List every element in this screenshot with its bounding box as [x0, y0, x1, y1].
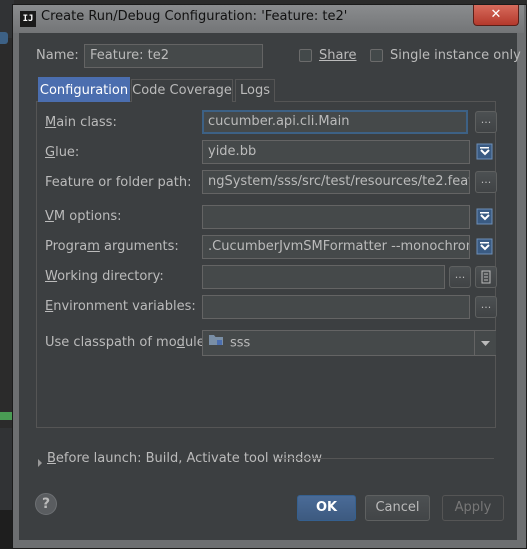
ok-button[interactable]: OK	[297, 495, 356, 521]
single-instance-checkbox[interactable]	[370, 49, 383, 62]
vm-options-expand-icon[interactable]	[476, 207, 494, 227]
name-field[interactable]: Feature: te2	[84, 44, 263, 68]
ide-badge	[0, 32, 8, 44]
main-class-browse-button[interactable]: ...	[475, 111, 497, 133]
main-class-field[interactable]: cucumber.api.cli.Main	[202, 110, 468, 134]
classpath-module-value: sss	[230, 335, 251, 351]
working-dir-macro-button[interactable]	[475, 266, 497, 288]
tab-configuration[interactable]: Configuration	[38, 77, 130, 102]
dropdown-arrow-icon[interactable]	[474, 331, 496, 355]
vm-options-field[interactable]	[202, 205, 470, 229]
close-button[interactable]: ✕	[473, 5, 519, 26]
insert-macro-icon	[481, 270, 491, 284]
working-dir-field[interactable]	[202, 265, 445, 289]
glue-expand-icon[interactable]	[476, 142, 494, 162]
main-class-label: Main class:	[45, 115, 117, 130]
share-checkbox[interactable]	[299, 49, 312, 62]
before-launch-expand-icon[interactable]	[36, 453, 44, 472]
classpath-module-label: Use classpath of module:	[45, 335, 210, 350]
env-vars-label: Environment variables:	[45, 299, 196, 314]
vm-options-label: VM options:	[45, 209, 122, 224]
tab-code-coverage[interactable]: Code Coverage	[131, 79, 233, 102]
app-icon: IJ	[20, 11, 36, 27]
classpath-module-select[interactable]: sss	[202, 330, 496, 356]
working-dir-label: Working directory:	[45, 269, 164, 284]
help-icon[interactable]: ?	[35, 493, 57, 515]
program-args-value: .CucumberJvmSMFormatter --monochrome	[208, 239, 470, 254]
glue-field[interactable]: yide.bb	[202, 140, 470, 164]
feature-path-field[interactable]: ngSystem/sss/src/test/resources/te2.feat…	[202, 170, 470, 194]
before-launch-separator	[278, 458, 494, 459]
apply-button[interactable]: Apply	[442, 495, 504, 521]
window-title: Create Run/Debug Configuration: 'Feature…	[41, 9, 348, 24]
single-instance-label: Single instance only	[390, 48, 521, 63]
tab-logs[interactable]: Logs	[235, 79, 275, 102]
env-vars-browse-button[interactable]: ...	[475, 296, 497, 318]
working-dir-browse-button[interactable]: ...	[449, 266, 471, 288]
glue-label: Glue:	[45, 145, 80, 160]
module-folder-icon	[208, 331, 224, 355]
env-vars-field[interactable]	[202, 295, 470, 319]
feature-path-label: Feature or folder path:	[45, 175, 192, 190]
program-args-field[interactable]: .CucumberJvmSMFormatter --monochrome	[202, 235, 470, 259]
program-args-label: Program arguments:	[45, 239, 179, 254]
share-label: Share	[319, 48, 357, 63]
feature-path-browse-button[interactable]: ...	[475, 171, 497, 193]
program-args-expand-icon[interactable]	[476, 237, 494, 257]
name-label: Name:	[36, 48, 79, 63]
cancel-button[interactable]: Cancel	[365, 495, 430, 521]
